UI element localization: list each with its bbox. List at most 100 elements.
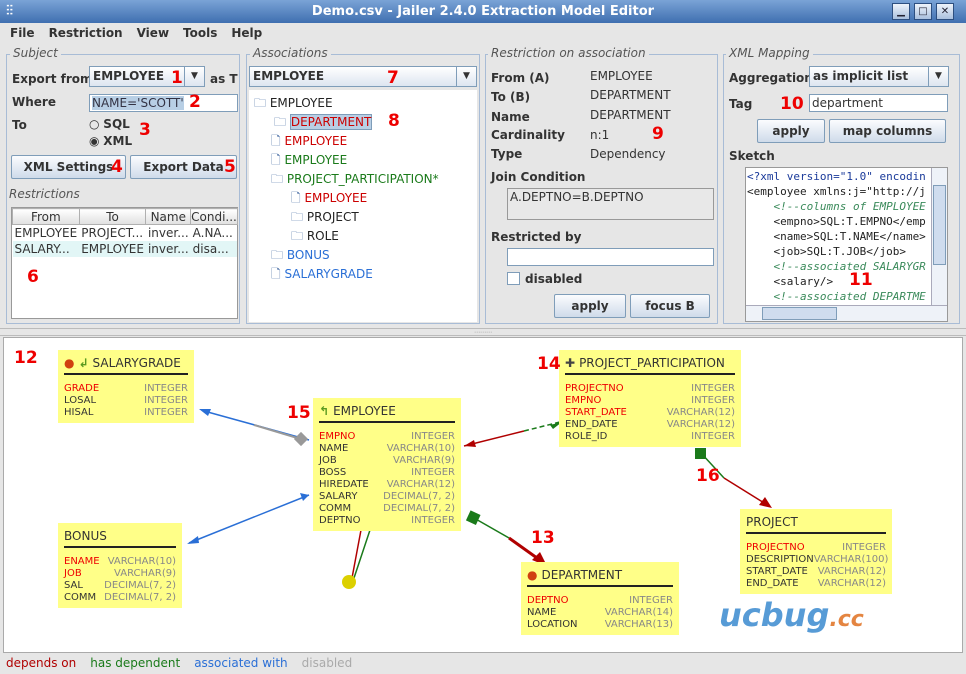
tree-node[interactable]: 🗀 PROJECT_PARTICIPATION* xyxy=(271,170,439,191)
menu-view[interactable]: View xyxy=(137,23,169,43)
callout-5: 5 xyxy=(224,157,236,177)
column-row: EMPNO INTEGER xyxy=(565,395,735,407)
column-type: INTEGER xyxy=(691,383,735,394)
column-row: ROLE_ID INTEGER xyxy=(565,431,735,443)
tree-node-label: EMPLOYEE xyxy=(284,153,348,167)
cell: PROJECT... xyxy=(81,225,144,240)
associations-select-value: EMPLOYEE xyxy=(253,69,325,83)
tree-node[interactable]: 🗋 EMPLOYEE xyxy=(271,151,347,172)
column-type: VARCHAR(12) xyxy=(666,407,735,418)
table-node-salarygrade[interactable]: ● ↲ SALARYGRADE GRADE INTEGER LOSAL INTEGER HIS… xyxy=(58,350,194,423)
expand-icon[interactable]: ✚ xyxy=(565,356,575,370)
self-reference-node[interactable] xyxy=(342,575,356,589)
xml-apply-button[interactable]: apply xyxy=(757,119,825,143)
chevron-down-icon[interactable]: ▼ xyxy=(184,67,204,86)
col-condition[interactable]: Condi... xyxy=(190,208,238,225)
restricted-by-input[interactable] xyxy=(507,248,714,266)
aggregation-select[interactable]: as implicit list ▼ xyxy=(809,66,949,87)
callout-2: 2 xyxy=(189,92,201,112)
edge-bonus[interactable] xyxy=(188,494,310,544)
delete-icon[interactable]: ● xyxy=(527,568,537,582)
callout-7: 7 xyxy=(387,68,399,88)
table-node-department[interactable]: ● DEPARTMENT DEPTNO INTEGER NAME VARCHAR(14) L… xyxy=(521,562,679,635)
app-menu-icon[interactable]: ⫶⫶ xyxy=(6,0,13,23)
maximize-button[interactable]: □ xyxy=(914,3,932,20)
association-tree[interactable]: 🗀 EMPLOYEE 🗀 DEPARTMENT 🗋 EMPLOYEE 🗋 EMPLOY… xyxy=(249,90,477,322)
table-row[interactable]: EMPLOYEE PROJECT... inver... A.NA... xyxy=(13,225,238,241)
disabled-checkbox[interactable] xyxy=(507,272,520,285)
menu-restriction[interactable]: Restriction xyxy=(49,23,123,43)
tree-node-label: EMPLOYEE xyxy=(269,96,333,110)
tree-node[interactable]: 🗀 PROJECT xyxy=(291,208,359,229)
edge-marker xyxy=(695,448,706,459)
horizontal-scrollbar[interactable] xyxy=(746,305,947,321)
column-type: INTEGER xyxy=(144,395,188,406)
file-icon: 🗋 xyxy=(291,191,305,205)
col-to[interactable]: To xyxy=(78,208,147,225)
export-from-select[interactable]: EMPLOYEE ▼ xyxy=(89,66,205,87)
column-row: DESCRIPTION VARCHAR(100) xyxy=(746,554,888,566)
restrictions-table[interactable]: From To Name Condi... EMPLOYEE PROJECT... inv… xyxy=(11,207,238,319)
callout-8: 8 xyxy=(388,111,400,131)
column-name: SAL xyxy=(64,580,83,591)
folder-icon: 🗀 xyxy=(271,248,287,262)
column-row: SALARY DECIMAL(7, 2) xyxy=(319,491,455,503)
minimize-button[interactable]: ▁ xyxy=(892,3,910,20)
tree-node[interactable]: 🗋 SALARYGRADE xyxy=(271,265,373,286)
vertical-scrollbar[interactable] xyxy=(931,168,947,305)
splitter[interactable]: ⋯⋯⋯ xyxy=(0,328,966,336)
menu-help[interactable]: Help xyxy=(231,23,262,43)
graph-view[interactable]: ● ↲ SALARYGRADE GRADE INTEGER LOSAL INTEGER HIS… xyxy=(3,337,963,653)
delete-icon[interactable]: ● xyxy=(64,356,74,370)
column-row: DEPTNO INTEGER xyxy=(527,595,673,607)
column-row: NAME VARCHAR(14) xyxy=(527,607,673,619)
col-from[interactable]: From xyxy=(12,208,80,225)
export-data-button[interactable]: Export Data xyxy=(130,155,237,179)
where-input[interactable]: NAME='SCOTT' xyxy=(89,94,238,112)
sql-radio[interactable]: ○ SQL xyxy=(89,117,130,131)
column-type: DECIMAL(7, 2) xyxy=(104,592,176,603)
menu-file[interactable]: File xyxy=(10,23,35,43)
tree-node[interactable]: 🗀 ROLE xyxy=(291,227,339,248)
column-type: DECIMAL(7, 2) xyxy=(104,580,176,591)
chevron-down-icon[interactable]: ▼ xyxy=(456,67,476,86)
tree-node[interactable]: 🗀 EMPLOYEE xyxy=(254,94,333,115)
table-node-bonus[interactable]: BONUS ENAME VARCHAR(10) JOB VARCHAR(9) SAL DEC… xyxy=(58,523,182,608)
column-name: DEPTNO xyxy=(527,595,569,606)
chevron-down-icon[interactable]: ▼ xyxy=(928,67,948,86)
col-name[interactable]: Name xyxy=(145,208,192,225)
table-node-name: PROJECT xyxy=(746,515,798,529)
focus-b-button[interactable]: focus B xyxy=(630,294,710,318)
table-node-project[interactable]: PROJECT PROJECTNO INTEGER DESCRIPTION VARCHA… xyxy=(740,509,892,594)
legend-associated-with: associated with xyxy=(194,656,288,670)
column-type: VARCHAR(12) xyxy=(386,479,455,490)
table-node-employee[interactable]: ↰ EMPLOYEE EMPNO INTEGER NAME VARCHAR(10) JOB V… xyxy=(313,398,461,531)
restriction-apply-button[interactable]: apply xyxy=(554,294,626,318)
tree-node[interactable]: 🗀 BONUS xyxy=(271,246,330,267)
column-type: VARCHAR(12) xyxy=(817,578,886,589)
tree-node[interactable]: 🗋 EMPLOYEE xyxy=(291,189,367,210)
column-name: COMM xyxy=(64,592,97,603)
sketch-view[interactable]: <?xml version="1.0" encodin <employee xml… xyxy=(745,167,948,322)
cell: inver... xyxy=(147,241,189,256)
column-row: EMPNO INTEGER xyxy=(319,431,455,443)
close-button[interactable]: ✕ xyxy=(936,3,954,20)
from-value: EMPLOYEE xyxy=(590,69,653,83)
restricted-by-label: Restricted by xyxy=(491,230,582,244)
column-row: PROJECTNO INTEGER xyxy=(565,383,735,395)
table-node-project-participation[interactable]: ✚ PROJECT_PARTICIPATION PROJECTNO INTEGER EM… xyxy=(559,350,741,447)
menu-tools[interactable]: Tools xyxy=(183,23,217,43)
column-row: COMM DECIMAL(7, 2) xyxy=(319,503,455,515)
folder-icon: 🗀 xyxy=(271,172,287,186)
table-row[interactable]: SALARY... EMPLOYEE inver... disa... xyxy=(12,240,238,257)
associations-select[interactable]: EMPLOYEE ▼ xyxy=(249,66,477,87)
xml-radio[interactable]: ◉ XML xyxy=(89,134,132,148)
xml-settings-button[interactable]: XML Settings xyxy=(11,155,126,179)
tree-node[interactable]: 🗋 EMPLOYEE xyxy=(271,132,347,153)
edge-department-dependent[interactable] xyxy=(473,517,510,539)
map-columns-button[interactable]: map columns xyxy=(829,119,946,143)
legend-disabled: disabled xyxy=(301,656,353,670)
tag-input[interactable]: department xyxy=(809,94,948,112)
column-row: START_DATE VARCHAR(12) xyxy=(746,566,886,578)
tree-node[interactable]: 🗀 DEPARTMENT xyxy=(274,113,373,134)
